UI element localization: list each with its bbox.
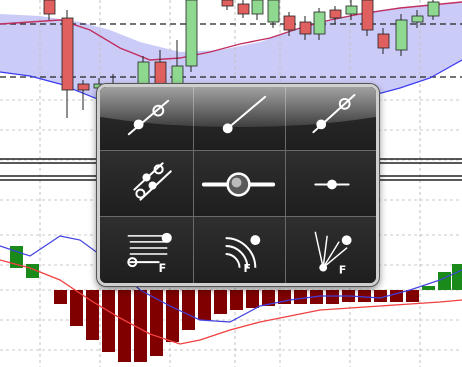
histogram-bar-negative (246, 290, 259, 308)
candle-down (237, 3, 250, 15)
horizontal-segment-tool-icon (314, 179, 350, 190)
candle-up (427, 1, 440, 17)
fibonacci-retracement-tool-icon: F (127, 232, 172, 275)
candle-up (185, 0, 198, 67)
tool-button-horizontal-line-small[interactable] (286, 151, 376, 217)
histogram-bar-negative (358, 290, 371, 302)
drawing-tools-panel: FFF (97, 84, 379, 286)
extended-line-tool-icon (312, 94, 356, 134)
histogram-bar-negative (70, 290, 83, 326)
histogram-bar-negative (374, 290, 387, 302)
histogram-bar-negative (54, 290, 67, 304)
tool-button-fib-fan[interactable]: F (286, 217, 376, 283)
tool-button-fib-levels[interactable]: F (100, 217, 194, 283)
histogram-bar-negative (326, 290, 339, 304)
tool-button-horizontal-line-big[interactable] (194, 151, 286, 217)
histogram-bar-positive (422, 286, 435, 290)
candle-down (283, 15, 296, 31)
histogram-bar-positive (438, 272, 451, 290)
fibonacci-arcs-tool-icon: F (225, 235, 261, 275)
histogram-bar-negative (118, 290, 131, 362)
histogram-bar-negative (214, 290, 227, 314)
candle-down (299, 21, 312, 35)
tool-button-line-two-points[interactable] (100, 87, 194, 151)
ray-line-tool-icon (222, 95, 267, 134)
candle-up (313, 11, 326, 35)
fibonacci-fan-tool-icon: F (314, 231, 352, 276)
fibonacci-label: F (339, 263, 346, 276)
histogram-bar-negative (166, 290, 179, 342)
candle-down (329, 9, 342, 19)
tool-button-ray-from-point[interactable] (194, 87, 286, 151)
chart-area[interactable]: FFF (0, 0, 462, 367)
histogram-bar-negative (182, 290, 195, 330)
candle-down (77, 83, 90, 91)
candle-down (377, 33, 390, 49)
candle-up (395, 19, 408, 51)
histogram-bar-negative (230, 290, 243, 310)
histogram-bar-negative (86, 290, 99, 340)
tool-button-parallel-lines[interactable] (100, 151, 194, 217)
fibonacci-label: F (159, 262, 167, 275)
candle-up (411, 15, 424, 23)
candle-up (267, 0, 280, 23)
candle-up (345, 5, 358, 15)
trend-line-tool-icon (127, 99, 170, 136)
candle-up (251, 0, 264, 15)
candle-down (361, 0, 374, 31)
parallel-channel-tool-icon (133, 162, 172, 201)
horizontal-line-tool-icon (201, 172, 276, 197)
histogram-bar-negative (150, 290, 163, 356)
histogram-bar-negative (294, 290, 307, 304)
candle-down (43, 0, 56, 15)
histogram-bar-positive (452, 264, 462, 290)
drawing-tools-grid: FFF (100, 87, 376, 283)
histogram-bar-negative (198, 290, 211, 320)
histogram-bar-negative (406, 290, 419, 302)
histogram-bar-negative (102, 290, 115, 352)
candle-down (221, 0, 234, 7)
candle-down (61, 17, 74, 91)
tool-button-line-extended-both[interactable] (286, 87, 376, 151)
fibonacci-label: F (243, 262, 250, 275)
tool-button-fib-arcs[interactable]: F (194, 217, 286, 283)
